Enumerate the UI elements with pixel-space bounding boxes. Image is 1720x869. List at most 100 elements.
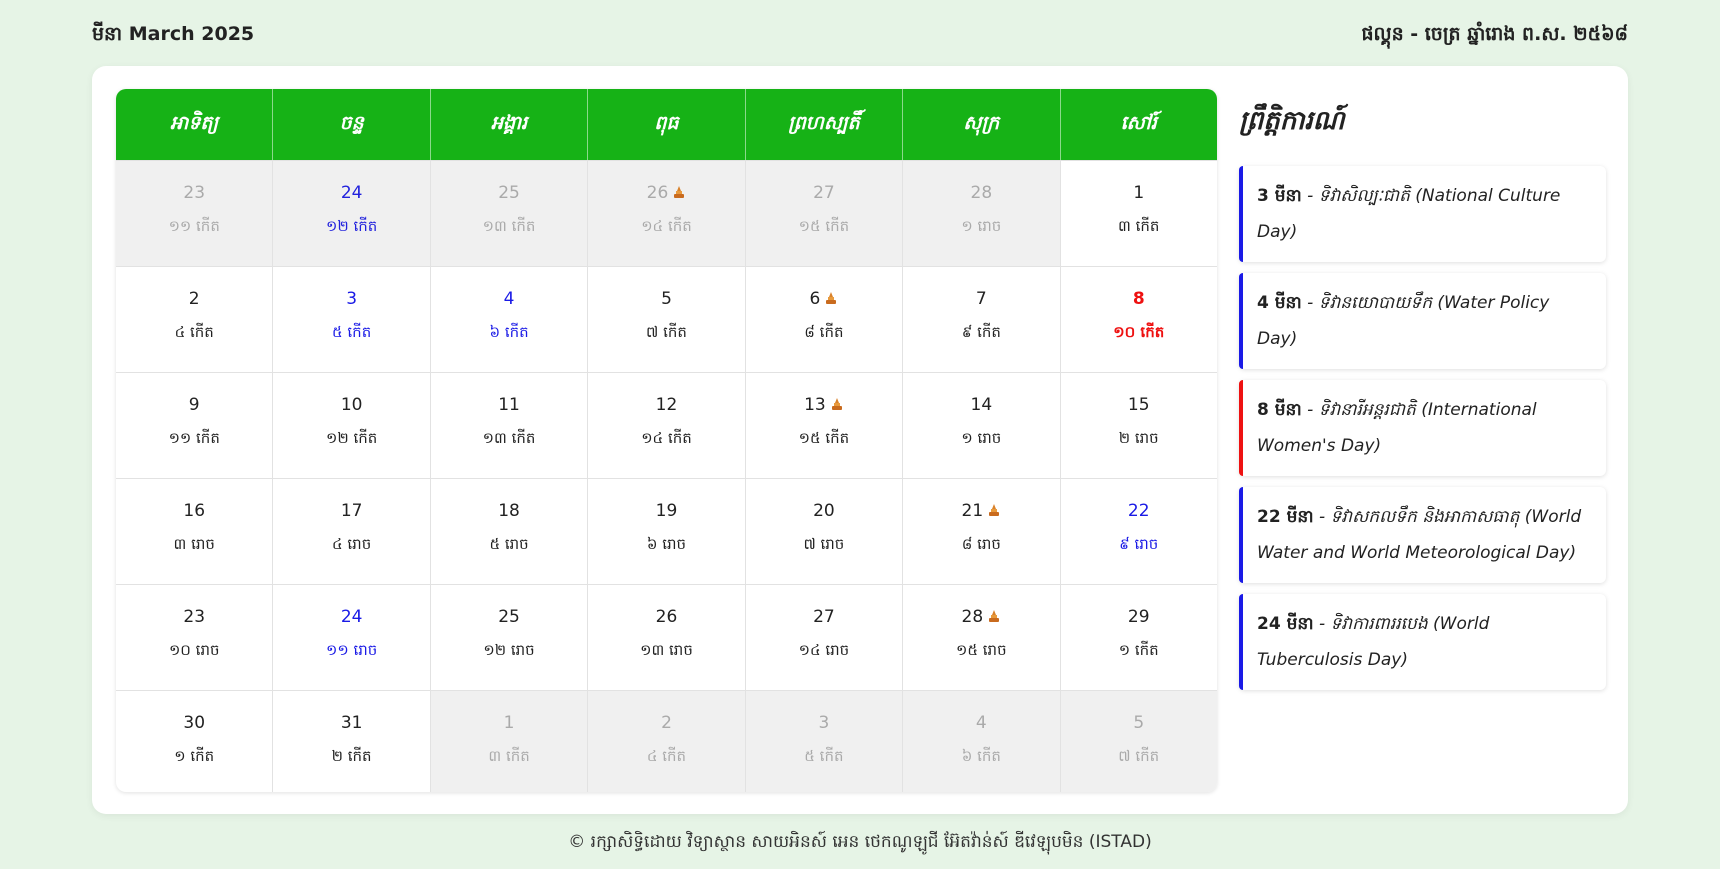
day-number-wrap: 17: [341, 499, 363, 523]
calendar-day-cell[interactable]: 1 ៣ កើត: [430, 691, 589, 792]
calendar-day-cell[interactable]: 5 ៧ កើត: [1060, 691, 1217, 792]
stupa-icon: [987, 609, 1001, 626]
calendar-day-cell[interactable]: 16 ៣ រោច: [116, 479, 274, 584]
calendar-day-cell[interactable]: 23 ១១ កើត: [116, 161, 274, 266]
event-text: - ទិវាសិល្បៈជាតិ (National Culture Day): [1257, 186, 1561, 242]
weekday-header-cell: ពុធ: [588, 89, 746, 160]
calendar-day-cell[interactable]: 5 ៧ កើត: [588, 267, 746, 372]
day-number-wrap: 19: [656, 499, 678, 523]
day-number-wrap: 18: [498, 499, 520, 523]
calendar-day-cell[interactable]: 6 ៨ កើត: [746, 267, 904, 372]
calendar-day-cell[interactable]: 4 ៦ កើត: [903, 691, 1061, 792]
calendar-day-cell[interactable]: 24 ១២ កើត: [273, 161, 431, 266]
event-item[interactable]: 22 មីនា - ទិវាសកលទឹក និងអាកាសធាតុ (World…: [1239, 487, 1606, 583]
event-item[interactable]: 4 មីនា - ទិវានយោបាយទឹក (Water Policy Day…: [1239, 273, 1606, 369]
day-number: 5: [1133, 713, 1145, 733]
day-number-wrap: 16: [183, 499, 205, 523]
calendar-day-cell[interactable]: 13 ១៥ កើត: [746, 373, 904, 478]
calendar-day-cell[interactable]: 31 ២ កើត: [273, 691, 431, 792]
event-list: 3 មីនា - ទិវាសិល្បៈជាតិ (National Cultur…: [1239, 166, 1606, 690]
calendar-day-cell[interactable]: 22 ៩ រោច: [1061, 479, 1217, 584]
day-number: 2: [188, 289, 200, 309]
day-number: 13: [804, 395, 826, 415]
lunar-date: ៥ រោច: [489, 535, 529, 553]
lunar-date: ៣ កើត: [488, 747, 530, 765]
calendar-day-cell[interactable]: 7 ៩ កើត: [903, 267, 1061, 372]
calendar-day-cell[interactable]: 10 ១២ កើត: [273, 373, 431, 478]
day-number: 21: [961, 501, 984, 521]
stupa-icon: [987, 503, 1001, 520]
calendar-day-cell[interactable]: 23 ១០ រោច: [116, 585, 274, 690]
day-number-wrap: 23: [183, 605, 205, 629]
calendar-day-cell[interactable]: 28 ១ រោច: [903, 161, 1061, 266]
day-number-wrap: 9: [189, 393, 200, 417]
calendar-day-cell[interactable]: 27 ១៤ រោច: [746, 585, 904, 690]
day-number: 26: [646, 183, 669, 203]
calendar-day-cell[interactable]: 20 ៧ រោច: [746, 479, 904, 584]
calendar-day-cell[interactable]: 24 ១១ រោច: [273, 585, 431, 690]
day-number: 8: [1132, 289, 1145, 309]
calendar-day-cell[interactable]: 26 ១៤ កើត: [588, 161, 746, 266]
day-number-wrap: 20: [813, 499, 835, 523]
calendar-day-cell[interactable]: 8 ១០ កើត: [1061, 267, 1217, 372]
day-number: 25: [498, 183, 520, 203]
calendar-day-cell[interactable]: 9 ១១ កើត: [116, 373, 274, 478]
calendar-day-cell[interactable]: 28 ១៥ រោច: [903, 585, 1061, 690]
calendar-day-cell[interactable]: 25 ១២ រោច: [431, 585, 589, 690]
day-number: 27: [813, 183, 835, 203]
calendar-day-cell[interactable]: 1 ៣ កើត: [1061, 161, 1217, 266]
calendar-card: អាទិត្យ ចន្ទ អង្គារ ពុធ ព្រហស្បតិ៍ សុក្រ សៅរ៍ …: [92, 66, 1628, 814]
day-number-wrap: 25: [498, 181, 520, 205]
weekday-header-cell: អង្គារ: [431, 89, 589, 160]
lunar-date: ១២ កើត: [325, 217, 378, 235]
day-number: 12: [655, 395, 678, 415]
event-date: 8 មីនា: [1257, 400, 1302, 420]
stupa-icon: [830, 397, 844, 414]
stupa-icon: [824, 291, 838, 308]
day-number: 28: [970, 183, 993, 203]
lunar-date: ៤ កើត: [646, 747, 687, 765]
calendar-day-cell[interactable]: 12 ១៤ កើត: [588, 373, 746, 478]
calendar-day-cell[interactable]: 17 ៤ រោច: [273, 479, 431, 584]
lunar-date: ៣ រោច: [173, 535, 215, 553]
calendar-day-cell[interactable]: 3 ៥ កើត: [273, 267, 431, 372]
day-number: 29: [1127, 607, 1150, 627]
day-number-wrap: 2: [661, 711, 672, 735]
calendar-day-cell[interactable]: 27 ១៥ កើត: [745, 161, 904, 266]
calendar-week-row: 2 ៤ កើត 3 ៥ កើត 4 ៦ កើត 5 ៧ កើត 6 ៨ កើត 7 ៩ កើត 8 ១០ …: [116, 266, 1217, 372]
event-item[interactable]: 24 មីនា - ទិវាការពាររបេង (World Tubercul…: [1239, 594, 1606, 690]
day-number-wrap: 11: [498, 393, 520, 417]
day-number-wrap: 24: [341, 605, 363, 629]
calendar-day-cell[interactable]: 19 ៦ រោច: [588, 479, 746, 584]
calendar-day-cell[interactable]: 14 ១ រោច: [903, 373, 1061, 478]
day-number: 30: [183, 713, 206, 733]
calendar-day-cell[interactable]: 30 ១ កើត: [116, 691, 274, 792]
day-number-wrap: 5: [661, 287, 672, 311]
day-number-wrap: 28: [971, 181, 993, 205]
calendar-day-cell[interactable]: 15 ២ រោច: [1061, 373, 1217, 478]
event-item[interactable]: 3 មីនា - ទិវាសិល្បៈជាតិ (National Cultur…: [1239, 166, 1606, 262]
lunar-date: ១ កើត: [1118, 641, 1159, 659]
calendar-day-cell[interactable]: 21 ៨ រោច: [903, 479, 1061, 584]
calendar-day-cell[interactable]: 25 ១៣ កើត: [430, 161, 589, 266]
day-number: 11: [498, 395, 520, 415]
calendar-day-cell[interactable]: 29 ១ កើត: [1061, 585, 1217, 690]
lunar-date: ១៤ រោច: [798, 641, 850, 659]
lunar-date: ១៣ រោច: [640, 641, 693, 659]
lunar-date: ១៣ កើត: [482, 429, 536, 447]
lunar-date: ៦ រោច: [646, 535, 687, 553]
calendar-day-cell[interactable]: 18 ៥ រោច: [431, 479, 589, 584]
day-number: 4: [975, 713, 987, 733]
calendar-day-cell[interactable]: 2 ៤ កើត: [116, 267, 274, 372]
calendar-day-cell[interactable]: 11 ១៣ កើត: [431, 373, 589, 478]
event-item[interactable]: 8 មីនា - ទិវានារីអន្តរជាតិ (Internationa…: [1239, 380, 1606, 476]
calendar-day-cell[interactable]: 3 ៥ កើត: [745, 691, 904, 792]
weekday-header-cell: សៅរ៍: [1120, 111, 1157, 134]
calendar-day-cell[interactable]: 4 ៦ កើត: [431, 267, 589, 372]
day-number: 27: [813, 607, 835, 627]
lunar-date: ១៥ កើត: [798, 217, 850, 235]
lunar-date: ១៤ កើត: [641, 429, 692, 447]
calendar-day-cell[interactable]: 26 ១៣ រោច: [588, 585, 746, 690]
calendar-day-cell[interactable]: 2 ៤ កើត: [588, 691, 746, 792]
day-number-wrap: 15: [1128, 393, 1150, 417]
